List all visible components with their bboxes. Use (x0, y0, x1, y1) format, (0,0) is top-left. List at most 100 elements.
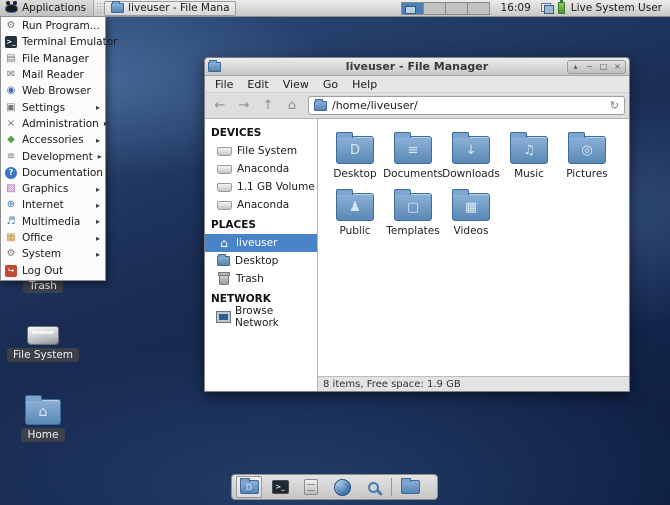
sidebar: DEVICES File System Anaconda 1.1 GB Volu… (205, 119, 318, 391)
menu-item-development[interactable]: ≡ Development ▸ (1, 148, 105, 164)
workspace-3[interactable] (445, 2, 468, 15)
folder-desktop[interactable]: D Desktop (326, 131, 384, 180)
sidebar-item-label: 1.1 GB Volume (237, 181, 315, 193)
menu-file[interactable]: File (208, 78, 240, 91)
globe-icon (334, 479, 351, 496)
dock-item-file-manager[interactable] (298, 476, 324, 498)
folder-name: Pictures (566, 168, 608, 180)
folder-icon: ♟ (336, 193, 374, 221)
folder-pictures[interactable]: ◎ Pictures (558, 131, 616, 180)
folder-music[interactable]: ♫ Music (500, 131, 558, 180)
applications-menu-button[interactable]: Applications (0, 0, 94, 16)
user-label: Live System User (569, 2, 670, 14)
menu-view[interactable]: View (276, 78, 316, 91)
menu-go[interactable]: Go (316, 78, 345, 91)
close-button[interactable]: × (611, 61, 624, 73)
drive-icon (217, 147, 232, 156)
folder-templates[interactable]: ▢ Templates (384, 188, 442, 237)
dock-item-desktop[interactable]: D (236, 476, 262, 498)
desktop-icon-label: Home (21, 428, 64, 442)
window-titlebar[interactable]: liveuser - File Manager ▴ − □ × (205, 58, 629, 76)
menu-item-system[interactable]: ⚙ System ▸ (1, 246, 105, 262)
sidebar-item-label: Browse Network (235, 305, 317, 329)
menu-item-accessories[interactable]: ◆ Accessories ▸ (1, 132, 105, 148)
folder-downloads[interactable]: ↓ Downloads (442, 131, 500, 180)
run-program-icon: ⚙ (5, 20, 17, 32)
sidebar-item-trash[interactable]: Trash (205, 270, 317, 288)
menu-item-run-program[interactable]: ⚙ Run Program... (1, 18, 105, 34)
back-button[interactable]: ← (209, 96, 231, 116)
submenu-arrow-icon: ▸ (108, 168, 112, 177)
menu-item-terminal-emulator[interactable]: >_ Terminal Emulator (1, 34, 105, 50)
window-icon (208, 62, 221, 72)
forward-button[interactable]: → (233, 96, 255, 116)
dock-item-search[interactable] (360, 476, 386, 498)
folder-icon: ↓ (452, 136, 490, 164)
drive-icon (217, 201, 232, 210)
menu-item-graphics[interactable]: ▨ Graphics ▸ (1, 181, 105, 197)
menu-item-file-manager[interactable]: ▤ File Manager (1, 51, 105, 67)
dock-item-web-browser[interactable] (329, 476, 355, 498)
menu-item-log-out[interactable]: ↪ Log Out (1, 262, 105, 278)
home-button[interactable]: ⌂ (281, 96, 303, 116)
workspace-1[interactable] (401, 2, 424, 15)
sidebar-item-volume[interactable]: 1.1 GB Volume (205, 178, 317, 196)
desktop-icon-filesystem[interactable]: File System (5, 326, 81, 362)
workspace-switcher[interactable] (402, 2, 490, 15)
menu-item-label: Run Program... (22, 20, 100, 32)
submenu-arrow-icon: ▸ (96, 201, 100, 210)
shade-button[interactable]: ▴ (569, 61, 582, 73)
window-toolbar: ← → ↑ ⌂ /home/liveuser/ ↻ (205, 93, 629, 119)
menu-item-office[interactable]: ▦ Office ▸ (1, 230, 105, 246)
menu-help[interactable]: Help (345, 78, 384, 91)
sidebar-item-anaconda-2[interactable]: Anaconda (205, 196, 317, 214)
menu-item-administration[interactable]: × Administration ▸ (1, 116, 105, 132)
taskbar-item-file-manager[interactable]: liveuser - File Manager (104, 1, 236, 16)
workspace-2[interactable] (423, 2, 446, 15)
menu-item-label: Log Out (22, 265, 63, 277)
system-tray (541, 2, 565, 14)
menu-edit[interactable]: Edit (240, 78, 275, 91)
clock[interactable]: 16:09 (495, 2, 537, 14)
file-view: D Desktop ≡ Documents ↓ Downloads ♫ Musi… (318, 119, 629, 376)
path-input[interactable]: /home/liveuser/ ↻ (308, 96, 625, 115)
workspace-4[interactable] (467, 2, 490, 15)
maximize-button[interactable]: □ (597, 61, 610, 73)
sidebar-item-desktop[interactable]: Desktop (205, 252, 317, 270)
desktop-icon-home[interactable]: ⌂ Home (5, 394, 81, 442)
menu-item-mail-reader[interactable]: ✉ Mail Reader (1, 67, 105, 83)
sidebar-item-liveuser[interactable]: ⌂ liveuser (205, 234, 317, 252)
up-button[interactable]: ↑ (257, 96, 279, 116)
window-content: DEVICES File System Anaconda 1.1 GB Volu… (205, 119, 629, 391)
menu-item-documentation[interactable]: ? Documentation ▸ (1, 165, 105, 181)
network-icon[interactable] (541, 3, 554, 14)
sidebar-item-label: Anaconda (237, 163, 289, 175)
sidebar-item-file-system[interactable]: File System (205, 142, 317, 160)
dock-item-folder[interactable] (397, 476, 423, 498)
window-menubar: File Edit View Go Help (205, 76, 629, 93)
window-controls: ▴ − □ × (567, 60, 626, 74)
file-cabinet-icon (304, 479, 318, 495)
folder-documents[interactable]: ≡ Documents (384, 131, 442, 180)
dock-item-terminal[interactable]: >_ (267, 476, 293, 498)
folder-name: Desktop (333, 168, 376, 180)
submenu-arrow-icon: ▸ (96, 103, 100, 112)
submenu-arrow-icon: ▸ (96, 136, 100, 145)
folder-videos[interactable]: ▦ Videos (442, 188, 500, 237)
sidebar-item-anaconda-1[interactable]: Anaconda (205, 160, 317, 178)
menu-item-settings[interactable]: ▣ Settings ▸ (1, 99, 105, 115)
main-column: D Desktop ≡ Documents ↓ Downloads ♫ Musi… (318, 119, 629, 391)
reload-icon[interactable]: ↻ (610, 99, 619, 112)
menu-item-internet[interactable]: ⊕ Internet ▸ (1, 197, 105, 213)
menu-item-web-browser[interactable]: ◉ Web Browser (1, 83, 105, 99)
sidebar-item-browse-network[interactable]: Browse Network (205, 308, 317, 326)
folder-public[interactable]: ♟ Public (326, 188, 384, 237)
battery-icon[interactable] (558, 2, 565, 14)
submenu-arrow-icon: ▸ (96, 217, 100, 226)
menu-item-label: Documentation (22, 167, 103, 179)
minimize-button[interactable]: − (583, 61, 596, 73)
menu-item-multimedia[interactable]: ♬ Multimedia ▸ (1, 214, 105, 230)
panel-separator (96, 2, 101, 15)
submenu-arrow-icon: ▸ (96, 185, 100, 194)
folder-icon (111, 3, 124, 13)
